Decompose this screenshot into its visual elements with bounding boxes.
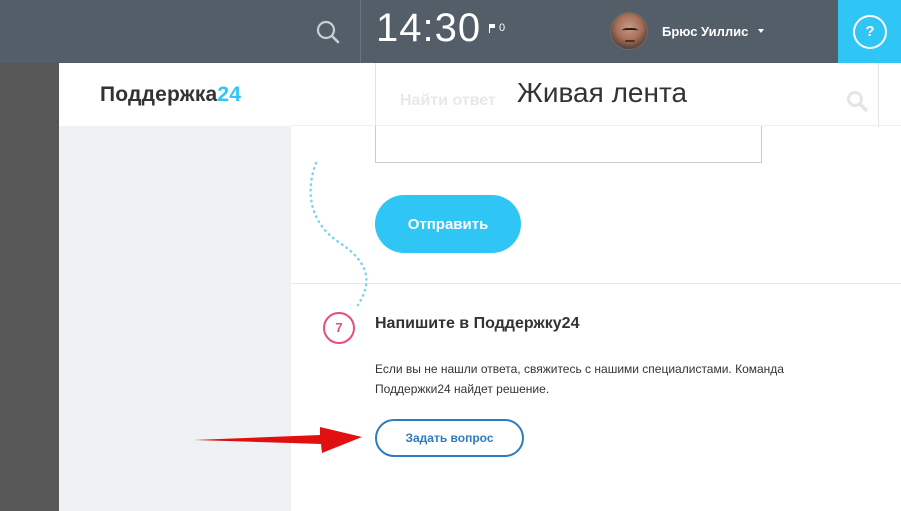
main-content: Найти ответ Живая лента Отправить 7 Напи… — [291, 63, 901, 511]
user-menu[interactable]: Брюс Уиллис — [610, 12, 765, 50]
top-bar: 14:30 0 Брюс Уиллис ? — [0, 0, 901, 63]
send-button[interactable]: Отправить — [375, 195, 521, 253]
topbar-divider — [360, 0, 361, 63]
screen: 14:30 0 Брюс Уиллис ? Поддержка24 Найти … — [0, 0, 901, 511]
main-header: Найти ответ Живая лента — [291, 63, 901, 127]
clock[interactable]: 14:30 — [376, 6, 481, 51]
logo-accent: 24 — [217, 83, 242, 106]
avatar — [610, 12, 648, 50]
flag-icon — [489, 23, 495, 33]
search-icon — [847, 91, 868, 112]
section-title: Напишите в Поддержку24 — [375, 315, 580, 332]
section-description: Если вы не нашли ответа, свяжитесь с наш… — [375, 362, 784, 396]
search-placeholder: Найти ответ — [400, 92, 496, 109]
help-icon[interactable]: ? — [853, 15, 887, 49]
logo[interactable]: Поддержка24 — [100, 83, 241, 107]
help-zone: ? — [838, 0, 901, 63]
ask-question-button[interactable]: Задать вопрос — [375, 419, 524, 457]
step-number: 7 — [323, 312, 355, 344]
search-icon — [316, 20, 340, 44]
search-button[interactable] — [308, 12, 348, 52]
sidebar: Поддержка24 — [59, 63, 291, 511]
logo-area: Поддержка24 — [59, 63, 291, 126]
flag-count: 0 — [499, 22, 506, 34]
caret-down-icon — [758, 29, 765, 33]
page-title: Живая лента — [517, 77, 688, 108]
user-name: Брюс Уиллис — [662, 23, 749, 39]
logo-text: Поддержка — [100, 83, 218, 106]
section-divider — [291, 283, 901, 284]
left-panel-edge — [0, 63, 59, 511]
message-textarea[interactable] — [375, 126, 762, 163]
flag-counter[interactable]: 0 — [489, 22, 505, 34]
